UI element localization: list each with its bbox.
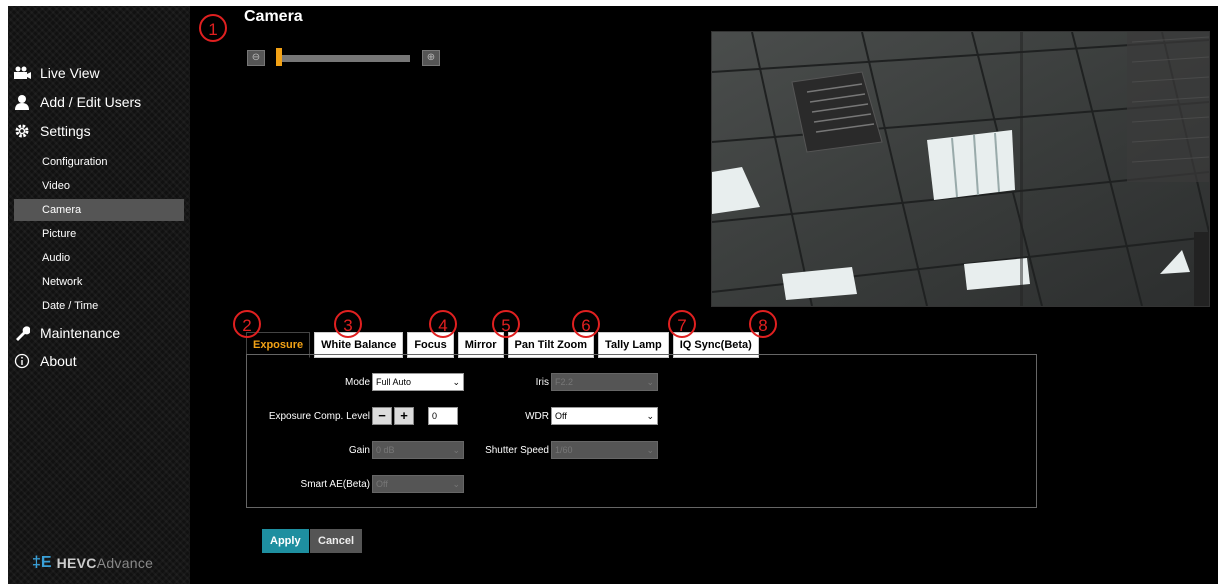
zoom-out-icon: ⊖ [251,52,261,63]
logo-suffix: Advance [96,555,154,571]
shutter-speed-select[interactable]: 1/60 ⌄ [551,441,658,459]
sidebar-item-label: About [40,353,77,369]
sidebar-item-camera[interactable]: Camera [14,199,184,221]
sidebar-item-audio[interactable]: Audio [14,247,184,269]
zoom-out-button[interactable]: ⊖ [247,50,265,66]
exposure-comp-increment-button[interactable]: + [394,407,414,425]
annotation-marker: 3 [334,310,362,338]
chevron-down-icon: ⌄ [452,377,460,387]
sidebar-item-label: Live View [40,65,100,81]
logo-mark-icon: ‡E [32,554,52,571]
zoom-in-button[interactable]: ⊕ [422,50,440,66]
logo-text: HEVCAdvance [57,555,154,571]
sidebar-item-video[interactable]: Video [14,175,184,197]
sidebar-item-label: Audio [42,252,71,264]
chevron-down-icon: ⌄ [646,377,654,387]
mode-select[interactable]: Full Auto ⌄ [372,373,464,391]
sidebar-item-label: Video [42,180,70,192]
sidebar-item-label: Camera [42,204,82,216]
sidebar-item-label: Configuration [42,156,108,168]
annotation-marker: 5 [492,310,520,338]
sidebar-item-label: Picture [42,228,77,240]
sidebar-item-about[interactable]: About [12,352,77,370]
iris-select-value: F2.2 [555,377,574,387]
wdr-label: WDR [525,411,549,422]
annotation-marker: 1 [199,14,227,42]
chevron-down-icon: ⌄ [646,445,654,455]
zoom-in-icon: ⊕ [426,52,436,63]
smart-ae-select-value: Off [376,479,388,489]
chevron-down-icon: ⌄ [452,445,460,455]
app-frame: Live View Add / Edit Users Settings Conf… [8,6,1218,584]
exposure-comp-decrement-button[interactable]: − [372,407,392,425]
exposure-comp-label: Exposure Comp. Level [268,411,370,422]
zoom-slider-track[interactable] [276,55,410,62]
iris-select[interactable]: F2.2 ⌄ [551,373,658,391]
gain-select-value: 0 dB [376,445,395,455]
annotation-marker: 4 [429,310,457,338]
sidebar-item-label: Settings [40,123,91,139]
chevron-down-icon: ⌄ [452,479,460,489]
plus-icon: + [400,408,408,423]
sidebar-item-add-edit-users[interactable]: Add / Edit Users [12,93,141,111]
sidebar-item-label: Date / Time [42,300,99,312]
exposure-panel: Mode Full Auto ⌄ Exposure Comp. Level − … [246,354,1037,508]
gear-icon [12,122,32,140]
sidebar-item-label: Add / Edit Users [40,94,142,110]
cancel-button[interactable]: Cancel [310,529,363,553]
sidebar: Live View Add / Edit Users Settings Conf… [8,6,190,584]
shutter-speed-select-value: 1/60 [555,445,573,455]
brand-logo: ‡E HEVCAdvance [32,554,153,572]
annotation-marker: 7 [668,310,696,338]
minus-icon: − [378,408,386,423]
annotation-marker: 6 [572,310,600,338]
sidebar-item-label: Maintenance [40,325,121,341]
sidebar-item-date-time[interactable]: Date / Time [14,295,184,317]
sidebar-item-label: Network [42,276,83,288]
sidebar-item-maintenance[interactable]: Maintenance [12,324,120,342]
chevron-down-icon: ⌄ [646,411,654,421]
shutter-speed-label: Shutter Speed [485,445,549,456]
mode-select-value: Full Auto [376,377,412,387]
sidebar-item-live-view[interactable]: Live View [12,64,100,82]
annotation-marker: 2 [233,310,261,338]
iris-label: Iris [535,377,549,388]
live-view-icon [12,64,32,82]
exposure-comp-input[interactable]: 0 [428,407,458,425]
page-title: Camera [244,8,303,25]
user-icon [12,93,32,111]
ceiling-image [712,32,1209,306]
smart-ae-label: Smart AE(Beta) [300,479,370,490]
smart-ae-select[interactable]: Off ⌄ [372,475,464,493]
sidebar-item-settings[interactable]: Settings [12,122,91,140]
mode-label: Mode [344,377,370,388]
wdr-select-value: Off [555,411,567,421]
gain-select[interactable]: 0 dB ⌄ [372,441,464,459]
sidebar-item-network[interactable]: Network [14,271,184,293]
sidebar-item-picture[interactable]: Picture [14,223,184,245]
zoom-slider-thumb[interactable] [276,48,282,66]
wrench-icon [12,324,32,342]
info-icon [12,352,32,370]
camera-preview [711,31,1210,307]
logo-prefix: HEVC [56,555,97,571]
gain-label: Gain [348,445,370,456]
wdr-select[interactable]: Off ⌄ [551,407,658,425]
annotation-marker: 8 [749,310,777,338]
apply-button[interactable]: Apply [262,529,309,553]
sidebar-item-configuration[interactable]: Configuration [14,151,184,173]
